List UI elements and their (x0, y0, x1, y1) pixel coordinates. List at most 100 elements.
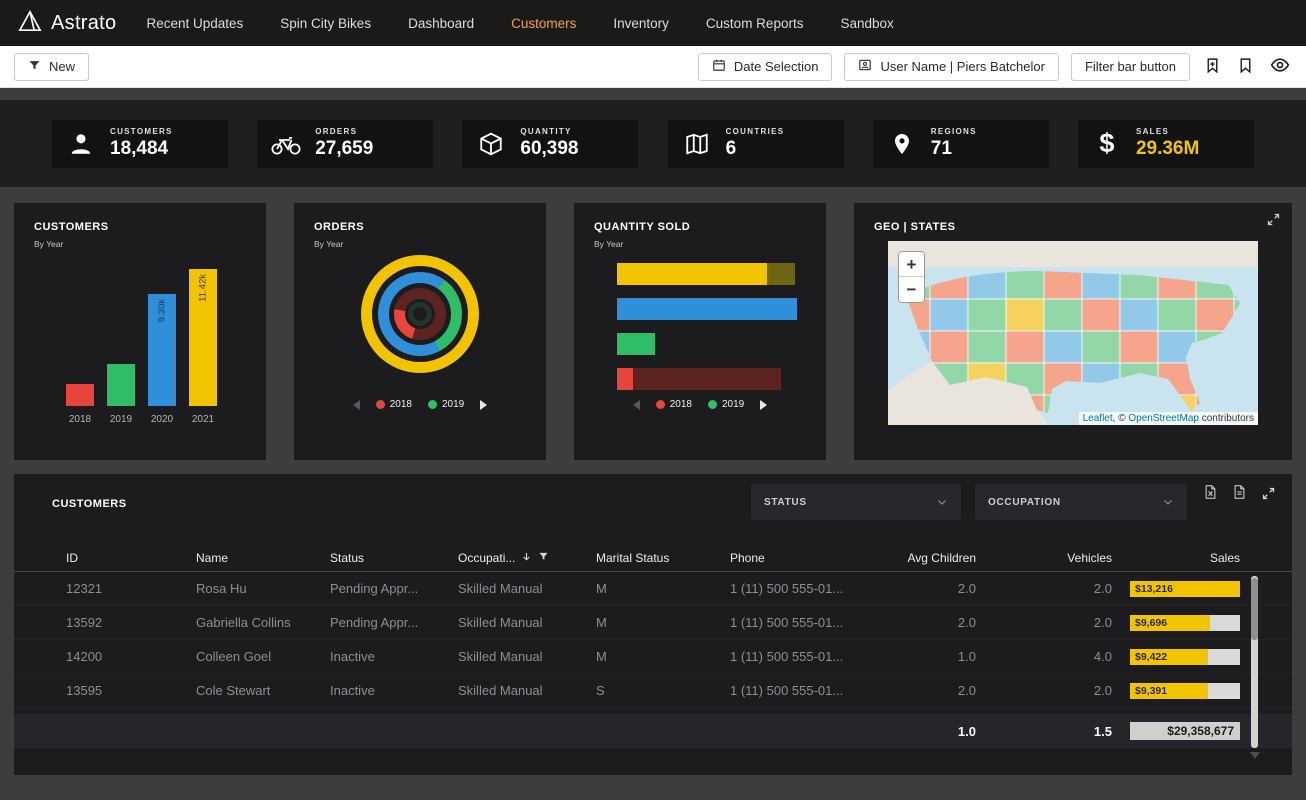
column-header-vehicles[interactable]: Vehicles (976, 551, 1112, 565)
column-header-status[interactable]: Status (330, 551, 458, 565)
column-header-id[interactable]: ID (66, 551, 196, 565)
date-selection-button[interactable]: Date Selection (698, 53, 833, 81)
kpi-label: REGIONS (931, 127, 977, 136)
nav-item[interactable]: Customers (511, 16, 576, 31)
cell-sales: $9,391 (1112, 683, 1240, 699)
legend-item-2018[interactable]: 2018 (376, 399, 412, 410)
bar[interactable]: 11.42k (189, 269, 217, 406)
table-scrollbar-thumb[interactable] (1251, 578, 1258, 640)
panel-title: ORDERS (314, 221, 364, 233)
eye-icon (1270, 55, 1290, 78)
horizontal-bar[interactable] (617, 368, 797, 390)
us-choropleth-map[interactable]: + − Leaflet, © OpenStreetMap contributor… (888, 241, 1258, 425)
cell-avg-children: 2.0 (870, 615, 976, 630)
legend-next-button[interactable] (760, 400, 767, 410)
nav-item[interactable]: Dashboard (408, 16, 474, 31)
kpi-value: 29.36M (1136, 138, 1199, 160)
filter-bar-button[interactable]: Filter bar button (1071, 53, 1190, 81)
horizontal-bar[interactable] (617, 333, 797, 355)
filter-funnel-icon[interactable] (538, 551, 549, 565)
kpi-value: 18,484 (110, 138, 173, 160)
legend-prev-button[interactable] (633, 400, 640, 410)
cell-id: 13592 (66, 615, 196, 630)
nav-item[interactable]: Custom Reports (706, 16, 804, 31)
scroll-down-arrow-icon[interactable] (1250, 752, 1260, 759)
funnel-icon (28, 59, 41, 75)
bar[interactable]: 9.30k (148, 294, 176, 406)
box-icon (475, 131, 507, 157)
legend-item-2019[interactable]: 2019 (708, 399, 744, 410)
orders-donut-chart[interactable] (361, 255, 479, 373)
cell-occupation: Skilled Manual (458, 615, 596, 630)
cell-vehicles: 2.0 (976, 683, 1112, 698)
column-header-occupation[interactable]: Occupati... (458, 551, 596, 565)
status-filter-dropdown[interactable]: STATUS (751, 484, 961, 520)
horizontal-bar[interactable] (617, 298, 797, 320)
cell-vehicles: 4.0 (976, 649, 1112, 664)
table-row[interactable]: 12321 Rosa Hu Pending Appr... Skilled Ma… (14, 572, 1292, 606)
bar-segment-secondary (767, 263, 795, 285)
column-header-phone[interactable]: Phone (730, 551, 870, 565)
user-name-button[interactable]: User Name | Piers Batchelor (844, 53, 1059, 81)
table-row[interactable]: 13595 Cole Stewart Inactive Skilled Manu… (14, 674, 1292, 708)
table-row[interactable]: 13592 Gabriella Collins Pending Appr... … (14, 606, 1292, 640)
kpi-label: SALES (1136, 127, 1199, 136)
column-header-avg-children[interactable]: Avg Children (870, 551, 976, 565)
quantity-sold-panel: QUANTITY SOLD By Year (574, 203, 826, 460)
sales-bar: $9,391 (1130, 683, 1240, 699)
total-sales-cell: $29,358,677 (1112, 722, 1240, 740)
kpi-card-quantity: QUANTITY 60,398 (462, 120, 638, 168)
cell-status: Pending Appr... (330, 581, 458, 596)
sales-bar-fill: $9,422 (1130, 649, 1208, 665)
column-header-marital-status[interactable]: Marital Status (596, 551, 730, 565)
export-excel-button[interactable] (1201, 482, 1220, 505)
horizontal-bar[interactable] (617, 263, 797, 285)
zoom-out-button[interactable]: − (899, 277, 924, 302)
excel-file-icon (1203, 484, 1218, 503)
expand-icon[interactable] (1259, 484, 1278, 503)
cell-phone: 1 (11) 500 555-01... (730, 615, 870, 630)
legend-item-2018[interactable]: 2018 (656, 399, 692, 410)
cell-vehicles: 2.0 (976, 615, 1112, 630)
legend-item-2019[interactable]: 2019 (428, 399, 464, 410)
zoom-in-button[interactable]: + (899, 252, 924, 277)
cell-avg-children: 2.0 (870, 683, 976, 698)
new-filter-button[interactable]: New (14, 53, 89, 81)
total-avg-children: 1.0 (870, 724, 976, 739)
bookmark-add-button[interactable] (1202, 55, 1223, 79)
kpi-card-regions: REGIONS 71 (873, 120, 1049, 168)
occupation-filter-dropdown[interactable]: OCCUPATION (975, 484, 1187, 520)
bookmark-icon (1237, 57, 1254, 77)
nav-item[interactable]: Sandbox (840, 16, 893, 31)
table-row[interactable]: 14200 Colleen Goel Inactive Skilled Manu… (14, 640, 1292, 674)
x-axis-label: 2018 (60, 414, 100, 425)
column-header-name[interactable]: Name (196, 551, 330, 565)
bar-segment-primary (617, 368, 633, 390)
x-axis-label: 2020 (142, 414, 182, 425)
leaflet-link[interactable]: Leaflet (1083, 413, 1113, 424)
nav-item[interactable]: Inventory (613, 16, 669, 31)
expand-icon[interactable] (1266, 212, 1281, 230)
nav-item[interactable]: Spin City Bikes (280, 16, 371, 31)
cell-name: Cole Stewart (196, 683, 330, 698)
astrato-dashboard: Astrato Recent Updates Spin City Bikes D… (0, 0, 1306, 800)
table-body: 12321 Rosa Hu Pending Appr... Skilled Ma… (14, 572, 1292, 708)
legend-prev-button[interactable] (353, 400, 360, 410)
us-map (888, 241, 1258, 425)
cell-occupation: Skilled Manual (458, 581, 596, 596)
sort-descending-icon[interactable] (521, 551, 532, 565)
column-header-sales[interactable]: Sales (1112, 551, 1240, 565)
bar[interactable] (66, 384, 94, 406)
bar-segment-secondary (633, 368, 781, 390)
brand-logo[interactable]: Astrato (18, 9, 116, 38)
view-mode-button[interactable] (1268, 53, 1292, 80)
bookmark-button[interactable] (1235, 55, 1256, 79)
chevron-down-icon (936, 496, 948, 508)
openstreetmap-link[interactable]: OpenStreetMap (1128, 413, 1199, 424)
table-scrollbar-track[interactable] (1251, 576, 1258, 748)
export-data-button[interactable] (1230, 482, 1249, 505)
bar[interactable] (107, 364, 135, 406)
legend-next-button[interactable] (480, 400, 487, 410)
nav-item[interactable]: Recent Updates (146, 16, 243, 31)
sales-bar-fill: $13,216 (1130, 581, 1240, 597)
